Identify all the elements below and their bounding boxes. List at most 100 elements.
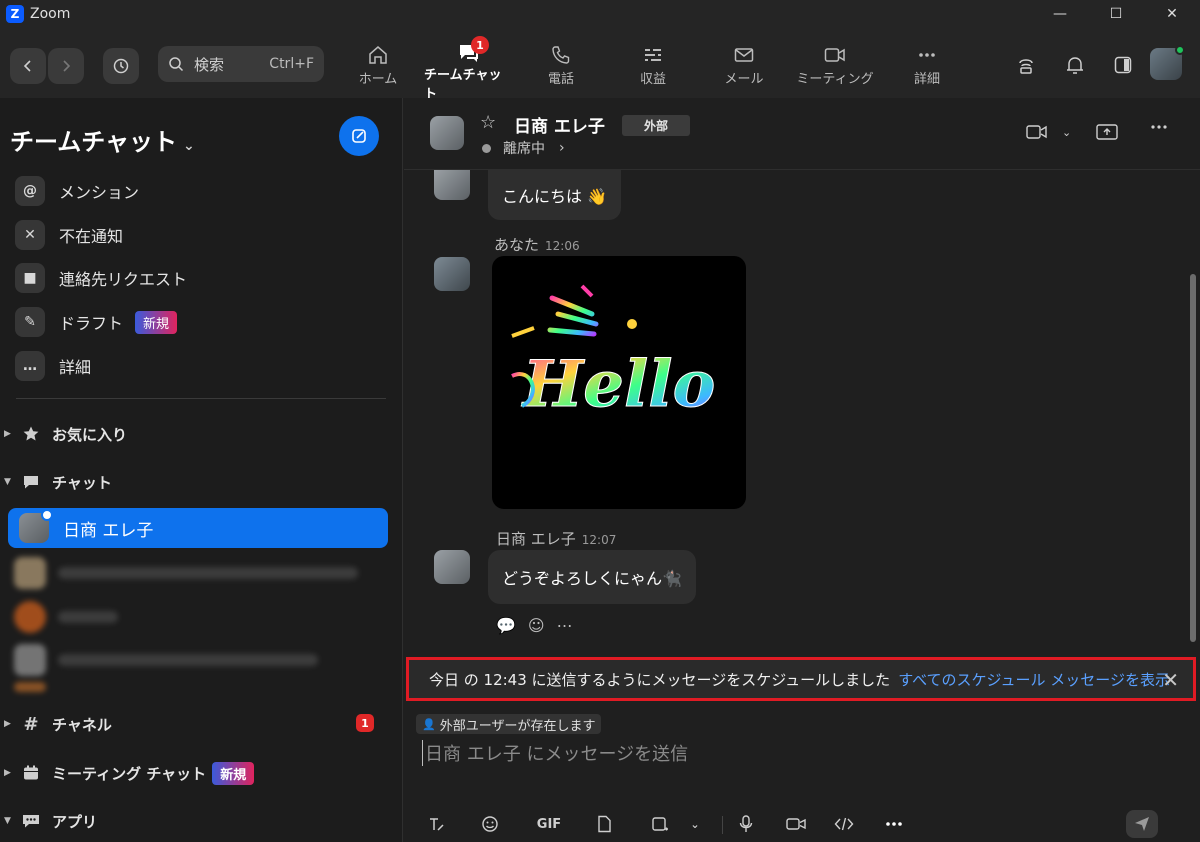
format-button[interactable] <box>426 814 446 834</box>
tab-meetings[interactable]: ミーティング <box>790 42 880 92</box>
back-button[interactable] <box>10 48 46 84</box>
reply-icon[interactable]: 💬 <box>496 616 516 635</box>
compose-icon <box>352 129 366 143</box>
message-text: こんにちは 👋 <box>502 187 608 206</box>
sidebar-item-more[interactable]: … 詳細 <box>15 350 91 382</box>
view-scheduled-messages-link[interactable]: すべてのスケジュール メッセージを表示 <box>898 669 1170 690</box>
notifications-button[interactable] <box>1060 50 1090 80</box>
emoji-reaction-icon[interactable]: ☺ <box>528 616 545 635</box>
tab-revenue[interactable]: 収益 <box>608 42 698 92</box>
mail-icon <box>734 48 754 62</box>
sidebar-title[interactable]: チームチャット ⌄ <box>10 122 195 157</box>
tab-label: ミーティング <box>796 72 874 87</box>
chat-list-item-active[interactable]: 日商 エレ子 <box>8 508 388 548</box>
search-shortcut: Ctrl+F <box>269 56 314 72</box>
away-icon <box>482 143 491 153</box>
draft-icon: ✎ <box>15 307 45 337</box>
section-channels[interactable]: ▶ # チャネル <box>4 710 399 738</box>
file-button[interactable] <box>594 814 614 834</box>
tab-mail[interactable]: メール <box>699 42 789 92</box>
section-chat[interactable]: ▼ チャット <box>4 468 112 496</box>
phone-icon <box>552 46 570 64</box>
sidebar-item-mentions[interactable]: @ メンション <box>15 175 139 207</box>
section-label: ミーティング チャット <box>52 764 207 783</box>
gif-button[interactable]: GIF <box>534 814 564 834</box>
video-message-button[interactable] <box>784 814 808 834</box>
message-bubble[interactable]: こんにちは 👋 <box>488 170 622 220</box>
apps-bubble-icon <box>23 815 39 828</box>
panel-toggle-button[interactable] <box>1108 50 1138 80</box>
more-tools-button[interactable] <box>882 814 906 834</box>
star-icon[interactable]: ☆ <box>480 112 496 133</box>
status-text: 離席中 <box>503 141 545 157</box>
avatar <box>14 682 46 692</box>
more-icon <box>886 822 902 826</box>
hello-image[interactable]: Hello <box>492 256 746 509</box>
share-screen-button[interactable] <box>1096 124 1118 140</box>
section-favorites[interactable]: ▶ お気に入り <box>4 420 127 448</box>
contact-avatar[interactable] <box>430 116 464 150</box>
sidebar-item-contact-requests[interactable]: ■ 連絡先リクエスト <box>15 262 187 294</box>
cast-icon <box>1019 59 1033 74</box>
new-chat-button[interactable] <box>339 116 379 156</box>
close-button[interactable]: ✕ <box>1144 0 1200 28</box>
more-options-button[interactable] <box>1150 124 1168 130</box>
share-screen-icon <box>1096 124 1118 140</box>
emoji-icon <box>482 816 498 832</box>
video-call-button[interactable]: ⌄ <box>1026 124 1071 140</box>
maximize-button[interactable]: ☐ <box>1088 0 1144 28</box>
channels-badge: 1 <box>356 714 374 732</box>
video-icon <box>1026 125 1047 139</box>
chat-list-item-blurred[interactable] <box>14 600 374 634</box>
section-apps[interactable]: ▼ アプリ <box>4 807 97 835</box>
section-meeting-chat[interactable]: ▶ ミーティング チャット 新規 <box>4 759 255 787</box>
online-status-dot <box>1175 45 1185 55</box>
file-icon <box>598 815 611 833</box>
person-icon: 👤 <box>422 717 436 731</box>
send-button[interactable] <box>1126 810 1158 838</box>
message-bubble[interactable]: どうぞよろしくにゃん🐈‍⬛ <box>488 550 696 604</box>
tab-more[interactable]: 詳細 <box>882 42 972 92</box>
message-sender: 日商 エレ子 12:07 <box>496 530 617 548</box>
screenshot-button[interactable] <box>650 814 670 834</box>
schedule-notice-text: 今日 の 12:43 に送信するようにメッセージをスケジュールしました <box>429 670 891 689</box>
code-snippet-button[interactable] <box>832 814 856 834</box>
chevron-down-icon: ⌄ <box>183 138 195 154</box>
chevron-down-icon[interactable]: ⌄ <box>688 814 702 834</box>
chat-header: ☆ 日商 エレ子 外部 離席中 › ⌄ <box>404 98 1200 170</box>
search-input[interactable]: 検索 Ctrl+F <box>158 46 324 82</box>
sidebar-item-drafts[interactable]: ✎ ドラフト 新規 <box>15 306 178 338</box>
new-badge: 新規 <box>212 761 255 785</box>
headset-button[interactable] <box>1011 50 1041 80</box>
scrollbar[interactable] <box>1190 274 1196 642</box>
more-icon[interactable]: ⋯ <box>557 616 573 635</box>
profile-avatar[interactable] <box>1150 45 1185 80</box>
my-avatar[interactable] <box>434 257 470 291</box>
section-label: アプリ <box>52 812 98 831</box>
contact-name[interactable]: 日商 エレ子 <box>514 112 605 137</box>
external-tag: 外部 <box>622 115 691 136</box>
forward-button[interactable] <box>48 48 84 84</box>
blurred-text <box>58 611 118 623</box>
chat-list-item-blurred[interactable] <box>14 682 374 692</box>
sidebar-item-label: メンション <box>59 183 140 202</box>
sidebar-item-missed[interactable]: ✕ 不在通知 <box>15 219 123 251</box>
history-button[interactable] <box>103 48 139 84</box>
chat-list-item-blurred[interactable] <box>14 556 374 590</box>
tab-home[interactable]: ホーム <box>333 42 423 92</box>
minimize-button[interactable]: — <box>1032 0 1088 28</box>
voice-message-button[interactable] <box>736 814 756 834</box>
contact-avatar[interactable] <box>434 170 470 200</box>
calendar-icon <box>24 765 38 780</box>
caret-down-icon: ▼ <box>4 477 11 487</box>
sidebar-item-label: 不在通知 <box>59 227 124 246</box>
chat-list-item-blurred[interactable] <box>14 643 374 677</box>
message-input[interactable]: 日商 エレ子 にメッセージを送信 <box>422 740 688 766</box>
home-icon <box>369 46 387 64</box>
contact-avatar[interactable] <box>434 550 470 584</box>
close-icon[interactable]: ✕ <box>1162 668 1179 692</box>
tab-team-chat[interactable]: 1 チームチャット <box>424 36 514 102</box>
tab-phone[interactable]: 電話 <box>516 42 606 92</box>
presence-status[interactable]: 離席中 › <box>482 138 565 158</box>
emoji-button[interactable] <box>480 814 500 834</box>
